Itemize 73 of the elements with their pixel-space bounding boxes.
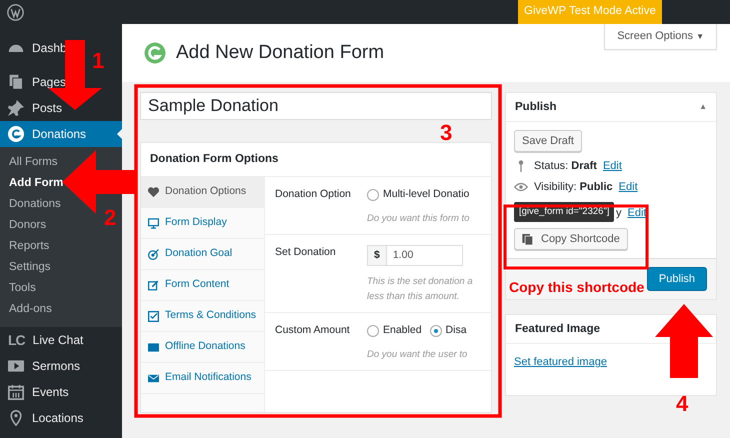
submenu-item[interactable]: Reports	[0, 236, 50, 257]
panel-title: Publish	[515, 100, 557, 114]
submenu-item[interactable]: Add Form	[0, 173, 64, 194]
radio-option[interactable]: Disa	[430, 323, 467, 339]
form-options-tab[interactable]: Form Content	[141, 270, 264, 302]
wallet-icon	[148, 342, 159, 353]
field-label: Donation Option	[275, 187, 352, 202]
eye-icon	[514, 181, 528, 193]
submenu-item[interactable]: Settings	[0, 257, 51, 278]
submenu-item[interactable]: Tools	[0, 278, 36, 299]
annotation-caption: Copy this shortcode	[509, 278, 644, 297]
panel-title: Featured Image	[515, 322, 600, 336]
help-text: This is the set donation a	[367, 275, 473, 289]
help-text: less than this amount.	[367, 290, 460, 304]
sticky-label-fragment: y	[616, 206, 622, 220]
page-title: Add New Donation Form	[176, 42, 384, 64]
radio-option[interactable]: Enabled	[367, 323, 422, 339]
give-logo-icon	[8, 126, 24, 142]
monitor-icon	[148, 218, 159, 229]
edit-link[interactable]: Edit	[628, 206, 646, 220]
checkbox-icon	[148, 310, 159, 322]
amount-field[interactable]: $ 1.00	[367, 245, 463, 266]
edit-link[interactable]: Edit	[618, 180, 638, 194]
submenu-item[interactable]: Donors	[0, 215, 46, 236]
radio-option[interactable]: Multi-level Donatio	[367, 187, 470, 203]
save-draft-button[interactable]: Save Draft	[514, 130, 582, 152]
video-icon	[8, 358, 24, 374]
form-options-tab[interactable]: Donation Options	[141, 177, 264, 208]
heart-icon	[148, 186, 159, 198]
status-text: Visibility: Public	[534, 180, 613, 194]
sidebar-item[interactable]: Dashb	[0, 35, 67, 61]
form-options-tab[interactable]: Donation Goal	[141, 239, 264, 270]
edit-link[interactable]: Edit	[602, 159, 622, 173]
annotation-number: 1	[92, 50, 104, 72]
pushpin-icon	[8, 100, 24, 116]
form-options-tab[interactable]: Terms & Conditions	[141, 301, 264, 332]
form-options-tab[interactable]: Email Notifications	[141, 363, 264, 394]
submenu-item[interactable]: Add-ons	[0, 299, 52, 320]
annotation-number: 2	[104, 207, 116, 229]
wordpress-logo-icon[interactable]	[6, 4, 24, 20]
sidebar-item[interactable]: Posts	[0, 95, 62, 121]
status-text: Status: Draft	[534, 159, 597, 173]
location-pin-icon	[8, 410, 24, 426]
edit-icon	[148, 280, 159, 291]
annotation-number: 3	[440, 122, 452, 144]
pages-icon	[8, 74, 24, 90]
sidebar-item[interactable]: Events	[0, 379, 69, 405]
target-icon	[148, 248, 159, 260]
sidebar-item[interactable]: Locations	[0, 405, 84, 431]
annotation-number: 4	[676, 393, 688, 415]
copy-icon	[522, 234, 533, 244]
submenu-item[interactable]: Donations	[0, 194, 61, 215]
form-options-tab[interactable]: Form Display	[141, 208, 264, 240]
screen-options-button[interactable]: Screen Options ▼	[604, 24, 717, 50]
publish-button[interactable]: Publish	[646, 267, 707, 291]
set-featured-image-link[interactable]: Set featured image	[514, 356, 607, 368]
sidebar-item[interactable]: LC Live Chat	[0, 327, 84, 353]
field-label: Custom Amount	[275, 323, 351, 338]
give-logo-icon	[144, 42, 166, 64]
sidebar-item[interactable]: Sermons	[0, 353, 80, 379]
submenu-item[interactable]: All Forms	[0, 152, 58, 173]
sidebar-item[interactable]: Donations	[0, 121, 122, 147]
copy-shortcode-button[interactable]: Copy Shortcode	[514, 228, 628, 250]
form-title-field[interactable]: Sample Donation	[140, 92, 492, 120]
field-label: Set Donation	[275, 245, 337, 260]
sidebar-item[interactable]: Pages	[0, 69, 66, 95]
collapse-toggle[interactable]: ▲	[699, 100, 707, 114]
form-options-tab[interactable]: Offline Donations	[141, 332, 264, 364]
help-text: Do you want the user to	[367, 348, 468, 362]
calendar-icon	[8, 384, 24, 400]
help-text: Do you want this form to	[367, 212, 470, 226]
live-chat-logo-icon: LC	[8, 330, 25, 350]
envelope-icon	[148, 372, 159, 384]
